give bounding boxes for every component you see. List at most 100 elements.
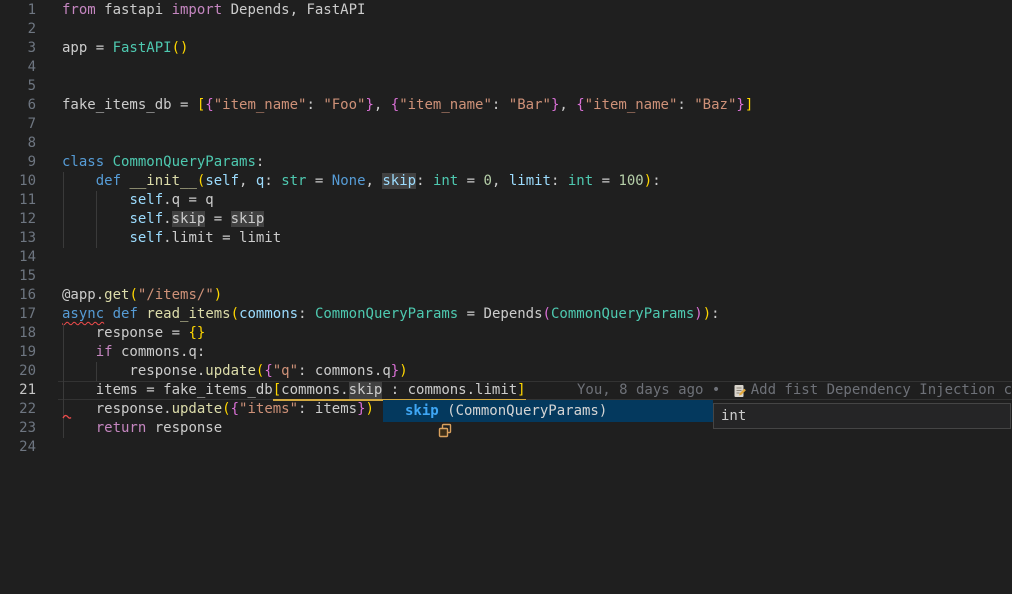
- line-number[interactable]: 3: [0, 39, 36, 58]
- token: ]: [517, 382, 525, 401]
- code-line[interactable]: 17async def read_items(commons: CommonQu…: [0, 305, 1012, 324]
- token: skip: [231, 211, 265, 227]
- token: self: [129, 211, 163, 227]
- line-number[interactable]: 23: [0, 419, 36, 438]
- line-number[interactable]: 14: [0, 248, 36, 267]
- token: ): [214, 287, 222, 303]
- line-number[interactable]: 15: [0, 267, 36, 286]
- token: .q = q: [163, 192, 214, 208]
- token: import: [172, 2, 223, 18]
- line-number[interactable]: 20: [0, 362, 36, 381]
- code-line[interactable]: 15: [0, 267, 1012, 286]
- code-text: self.limit = limit: [62, 229, 281, 248]
- token: =: [458, 173, 483, 189]
- token: =: [205, 211, 230, 227]
- token: :: [264, 173, 281, 189]
- code-line[interactable]: 13 self.limit = limit: [0, 229, 1012, 248]
- token: {: [205, 97, 213, 113]
- code-line[interactable]: 14: [0, 248, 1012, 267]
- code-line[interactable]: 1from fastapi import Depends, FastAPI: [0, 1, 1012, 20]
- code-line[interactable]: 12 self.skip = skip: [0, 210, 1012, 229]
- line-number[interactable]: 24: [0, 438, 36, 457]
- token: (): [172, 40, 189, 56]
- line-number[interactable]: 9: [0, 153, 36, 172]
- token: "Foo": [323, 97, 365, 113]
- code-line[interactable]: 16@app.get("/items/"): [0, 286, 1012, 305]
- code-line[interactable]: 18 response = {}: [0, 324, 1012, 343]
- line-number[interactable]: 6: [0, 96, 36, 115]
- token: ,: [559, 97, 576, 113]
- line-number[interactable]: 18: [0, 324, 36, 343]
- code-text: response.update({"items": items}): [62, 400, 374, 419]
- git-blame-annotation[interactable]: You, 8 days ago • Add fist Dependency In…: [577, 381, 1012, 400]
- line-number[interactable]: 5: [0, 77, 36, 96]
- token: def: [113, 306, 138, 322]
- code-line[interactable]: 11 self.q = q: [0, 191, 1012, 210]
- line-number[interactable]: 1: [0, 1, 36, 20]
- token: (: [231, 306, 239, 322]
- code-line[interactable]: 7: [0, 115, 1012, 134]
- line-number[interactable]: 21: [0, 381, 36, 400]
- line-number[interactable]: 12: [0, 210, 36, 229]
- code-line[interactable]: 19 if commons.q:: [0, 343, 1012, 362]
- line-number[interactable]: 16: [0, 286, 36, 305]
- line-number[interactable]: 17: [0, 305, 36, 324]
- line-number[interactable]: 8: [0, 134, 36, 153]
- token: :: [677, 97, 694, 113]
- code-line[interactable]: 6fake_items_db = [{"item_name": "Foo"}, …: [0, 96, 1012, 115]
- token: : commons.q: [298, 363, 391, 379]
- token: items = fake_items_db: [62, 382, 273, 398]
- token: Depends, FastAPI: [222, 2, 365, 18]
- token: fake_items_db =: [62, 97, 197, 113]
- token: "item_name": [214, 97, 307, 113]
- token: self: [129, 192, 163, 208]
- token: [62, 192, 129, 208]
- token: FastAPI: [113, 40, 172, 56]
- token: CommonQueryParams: [113, 154, 256, 170]
- token: ,: [239, 173, 256, 189]
- code-line[interactable]: 8: [0, 134, 1012, 153]
- code-line[interactable]: 5: [0, 77, 1012, 96]
- token: }: [365, 97, 373, 113]
- blame-commit-message: Add fist Dependency Injection c: [751, 381, 1012, 400]
- line-number[interactable]: 19: [0, 343, 36, 362]
- token: __init__: [129, 173, 196, 189]
- token: response.: [62, 401, 172, 417]
- token: (: [222, 401, 230, 417]
- code-line[interactable]: 10 def __init__(self, q: str = None, ski…: [0, 172, 1012, 191]
- token: skip: [349, 382, 383, 401]
- code-editor[interactable]: 1from fastapi import Depends, FastAPI23a…: [0, 0, 1012, 594]
- line-number[interactable]: 7: [0, 115, 36, 134]
- token: self: [129, 230, 163, 246]
- token: ): [694, 306, 702, 322]
- code-text: def __init__(self, q: str = None, skip: …: [62, 172, 661, 191]
- token: commons.q:: [113, 344, 206, 360]
- token: commons.: [281, 382, 348, 401]
- line-number[interactable]: 13: [0, 229, 36, 248]
- code-line[interactable]: 4: [0, 58, 1012, 77]
- code-line[interactable]: 24: [0, 438, 1012, 457]
- token: [62, 344, 96, 360]
- token: [62, 230, 129, 246]
- token: ): [644, 173, 652, 189]
- code-line[interactable]: 2: [0, 20, 1012, 39]
- code-text: app = FastAPI(): [62, 39, 188, 58]
- token: =: [458, 306, 483, 322]
- code-line[interactable]: 20 response.update({"q": commons.q}): [0, 362, 1012, 381]
- line-number[interactable]: 2: [0, 20, 36, 39]
- token: :: [711, 306, 719, 322]
- token: }: [357, 401, 365, 417]
- token: ,: [492, 173, 509, 189]
- code-text: response = {}: [62, 324, 205, 343]
- token: :: [492, 97, 509, 113]
- suggest-item-skip[interactable]: skip (CommonQueryParams): [383, 400, 713, 422]
- token: :: [551, 173, 568, 189]
- line-number[interactable]: 22: [0, 400, 36, 419]
- line-number[interactable]: 10: [0, 172, 36, 191]
- token: :: [256, 154, 264, 170]
- code-line[interactable]: 9class CommonQueryParams:: [0, 153, 1012, 172]
- line-number[interactable]: 11: [0, 191, 36, 210]
- code-line[interactable]: 3 app = FastAPI(): [0, 39, 1012, 58]
- token: skip: [382, 173, 416, 189]
- line-number[interactable]: 4: [0, 58, 36, 77]
